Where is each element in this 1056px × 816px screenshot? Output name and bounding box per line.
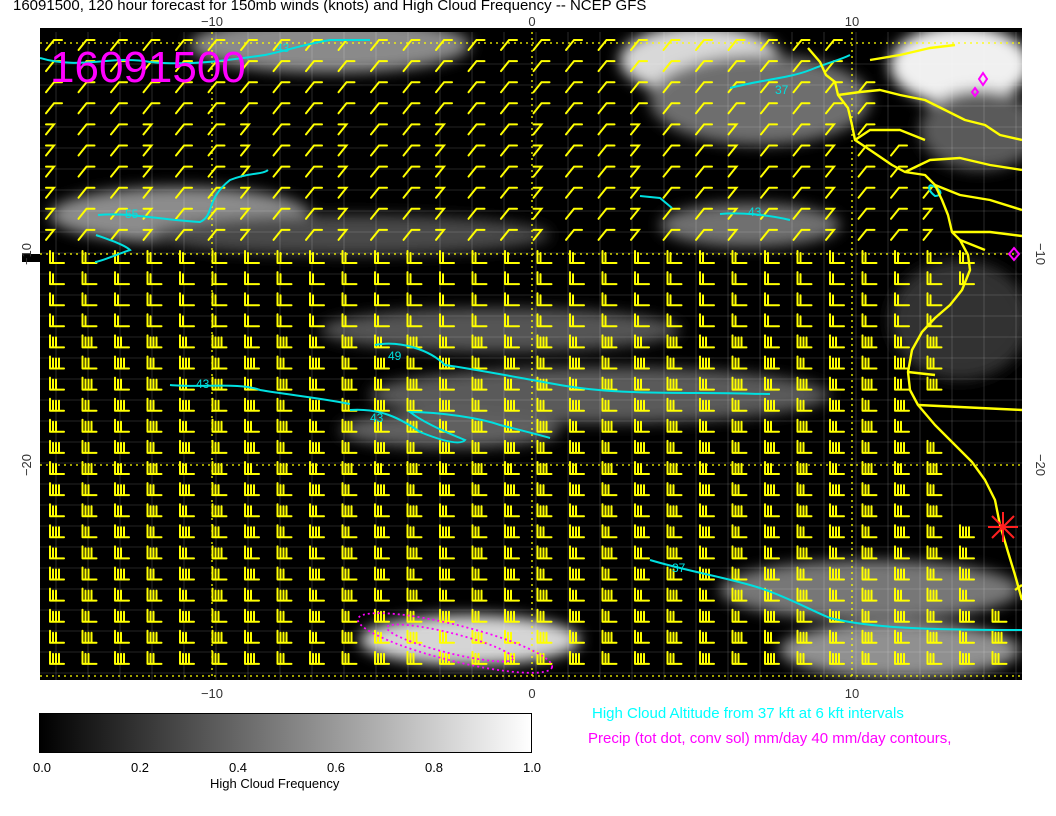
bottom-lon-label: 0 bbox=[528, 686, 535, 700]
forecast-map: 43 37 55 43 49 43 43 37 16091500 −10 0 1… bbox=[19, 14, 1048, 700]
right-lat-label: −10 bbox=[1033, 243, 1048, 265]
colorbar-tick: 0.4 bbox=[228, 760, 248, 775]
right-lat-label: −20 bbox=[1033, 454, 1048, 476]
contour-label: 37 bbox=[775, 83, 789, 97]
contour-label: 43 bbox=[370, 411, 384, 425]
colorbar bbox=[39, 713, 532, 753]
precip-legend: Precip (tot dot, conv sol) mm/day 40 mm/… bbox=[588, 730, 952, 747]
colorbar-tick: 0.2 bbox=[130, 760, 150, 775]
colorbar-tick: 0.6 bbox=[326, 760, 346, 775]
contour-label: 43 bbox=[276, 41, 290, 55]
date-stamp: 16091500 bbox=[50, 43, 246, 92]
colorbar-tick: 0.8 bbox=[424, 760, 444, 775]
colorbar-tick: 1.0 bbox=[522, 760, 542, 775]
red-asterisk-icon bbox=[988, 512, 1018, 542]
bottom-lon-label: −10 bbox=[201, 686, 223, 700]
top-lon-label: 10 bbox=[845, 14, 859, 29]
right-frame bbox=[1022, 32, 1027, 680]
contour-label: 43 bbox=[196, 377, 210, 391]
left-lat-label: −20 bbox=[19, 454, 34, 476]
contour-label: 43 bbox=[748, 205, 762, 219]
top-lon-label: 0 bbox=[528, 14, 535, 29]
left-lat-label: −10 bbox=[19, 243, 34, 265]
contour-label: 37 bbox=[672, 561, 686, 575]
top-lon-label: −10 bbox=[201, 14, 223, 29]
colorbar-tick: 0.0 bbox=[32, 760, 52, 775]
bottom-lon-label: 10 bbox=[845, 686, 859, 700]
contour-label: 49 bbox=[388, 349, 402, 363]
colorbar-title: High Cloud Frequency bbox=[210, 776, 340, 791]
cloud-altitude-legend: High Cloud Altitude from 37 kft at 6 kft… bbox=[592, 705, 904, 722]
contour-label: 55 bbox=[125, 207, 139, 221]
